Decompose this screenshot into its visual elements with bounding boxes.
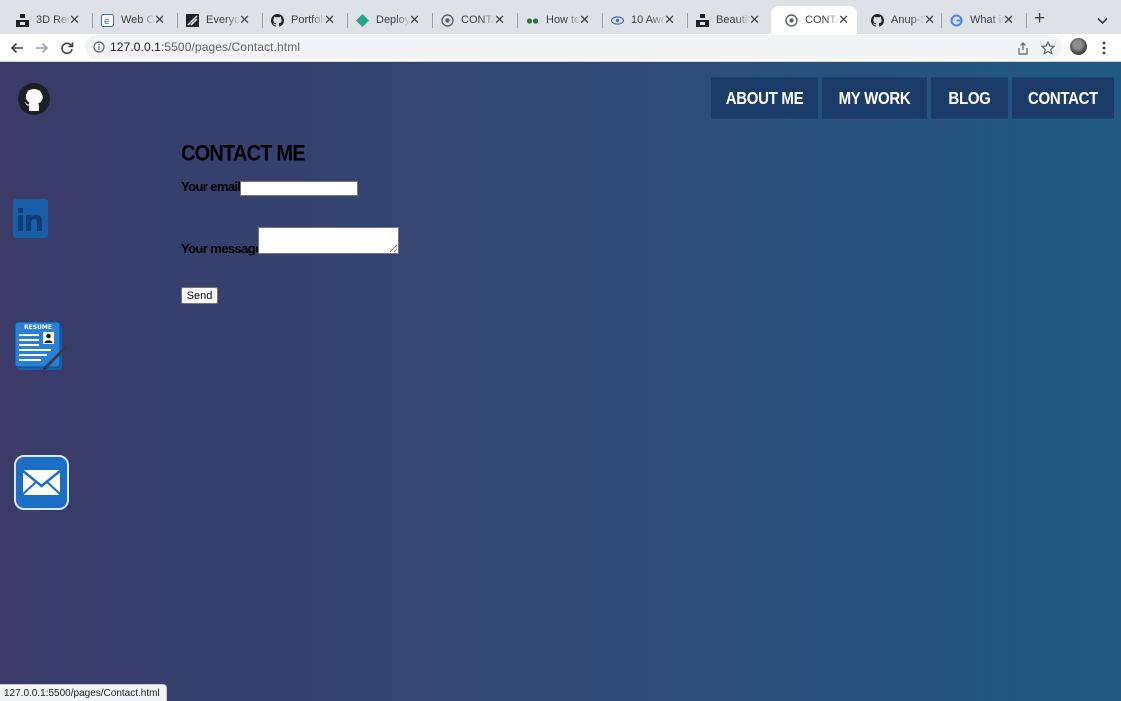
- nav-blog[interactable]: BLOG: [931, 77, 1008, 119]
- back-button[interactable]: [8, 39, 26, 57]
- browser-toolbar: 127.0.0.1:5500/pages/Contact.html: [0, 34, 1121, 62]
- page-body: RESUME ABOUT ME MY WORK BLOG CONTACT CON…: [0, 62, 1121, 701]
- share-icon[interactable]: [1014, 39, 1032, 57]
- globe-icon: [785, 13, 798, 27]
- reload-button[interactable]: [58, 39, 76, 57]
- browser-tab[interactable]: Portfolio ✕: [257, 6, 343, 34]
- close-tab-icon[interactable]: ✕: [664, 13, 675, 26]
- nav-my-work[interactable]: MY WORK: [822, 77, 927, 119]
- google-icon: [950, 14, 963, 27]
- close-tab-icon[interactable]: ✕: [749, 13, 760, 26]
- menu-kebab-icon[interactable]: [1095, 39, 1113, 57]
- reload-icon: [61, 42, 74, 55]
- browser-tab[interactable]: CONTACT ✕: [427, 6, 513, 34]
- unsplash-icon: [696, 13, 709, 27]
- close-tab-icon[interactable]: ✕: [239, 13, 250, 26]
- web-icon: e: [101, 13, 114, 27]
- browser-tab[interactable]: How to ✕: [512, 6, 598, 34]
- browser-tab[interactable]: e Web Co ✕: [87, 6, 173, 34]
- resume-icon[interactable]: RESUME: [14, 321, 68, 373]
- close-tab-icon[interactable]: ✕: [579, 13, 590, 26]
- svg-text:e: e: [104, 17, 110, 27]
- site-info-icon[interactable]: [93, 40, 105, 58]
- forward-button[interactable]: [33, 39, 51, 57]
- globe-icon: [441, 13, 454, 27]
- browser-tab[interactable]: Deploys ✕: [342, 6, 428, 34]
- github-icon: [271, 13, 284, 27]
- email-field[interactable]: [240, 181, 358, 196]
- browser-tab[interactable]: Beautiful ✕: [682, 6, 768, 34]
- profile-avatar[interactable]: [1070, 38, 1087, 55]
- bookmark-star-icon[interactable]: [1039, 39, 1057, 57]
- message-label: Your message:: [181, 241, 266, 256]
- browser-tab[interactable]: 3D Render ✕: [2, 6, 88, 34]
- close-tab-icon[interactable]: ✕: [838, 13, 849, 26]
- email-label: Your email:: [181, 179, 245, 194]
- eye-icon: [611, 14, 624, 27]
- close-tab-icon[interactable]: ✕: [154, 13, 165, 26]
- browser-tab[interactable]: 10 Awesome ✕: [597, 6, 683, 34]
- close-tab-icon[interactable]: ✕: [924, 13, 935, 26]
- close-tab-icon[interactable]: ✕: [69, 13, 80, 26]
- svg-text:RESUME: RESUME: [24, 324, 52, 331]
- unsplash-icon: [16, 13, 29, 27]
- browser-tab-strip: 3D Render ✕ e Web Co ✕ Everyone ✕ Portfo…: [0, 0, 1121, 34]
- close-tab-icon[interactable]: ✕: [1003, 13, 1014, 26]
- nav-contact[interactable]: CONTACT: [1012, 77, 1114, 119]
- nav-about-me[interactable]: ABOUT ME: [711, 77, 818, 119]
- browser-tab[interactable]: Anup-S ✕: [857, 6, 943, 34]
- send-button[interactable]: Send: [181, 287, 218, 304]
- address-bar[interactable]: 127.0.0.1:5500/pages/Contact.html: [85, 35, 1062, 59]
- browser-tab-active[interactable]: CONTACT ✕: [771, 6, 857, 34]
- mail-icon[interactable]: [14, 455, 69, 510]
- close-tab-icon[interactable]: ✕: [494, 13, 505, 26]
- browser-tab[interactable]: Everyone ✕: [172, 6, 258, 34]
- new-tab-button[interactable]: +: [1034, 9, 1045, 28]
- close-tab-icon[interactable]: ✕: [409, 13, 420, 26]
- message-field[interactable]: [258, 227, 399, 254]
- back-arrow-icon: [10, 42, 23, 54]
- url-text: 127.0.0.1:5500/pages/Contact.html: [110, 40, 301, 54]
- howto-icon: [526, 14, 539, 27]
- everyone-icon: [186, 13, 199, 27]
- linkedin-icon[interactable]: [13, 199, 48, 238]
- close-tab-icon[interactable]: ✕: [324, 13, 335, 26]
- page-title: CONTACT ME: [181, 142, 306, 167]
- status-bar-url: 127.0.0.1:5500/pages/Contact.html: [0, 684, 167, 701]
- netlify-icon: [356, 13, 369, 27]
- browser-tab[interactable]: What is ✕: [936, 6, 1022, 34]
- forward-arrow-icon: [36, 42, 49, 54]
- github-icon[interactable]: [18, 83, 50, 115]
- tab-search-chevron-icon[interactable]: [1097, 12, 1108, 30]
- github-icon: [871, 13, 884, 27]
